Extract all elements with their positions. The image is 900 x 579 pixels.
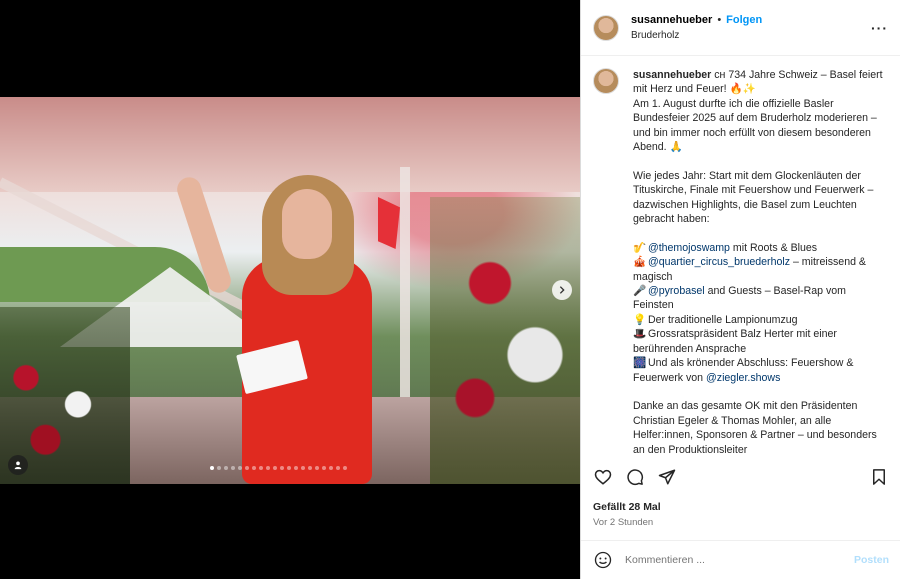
- caption-line-4: Danke an das gesamte OK mit den Präsiden…: [633, 400, 877, 456]
- mention-link[interactable]: @pyrobasel: [648, 285, 705, 297]
- save-button[interactable]: [869, 467, 889, 487]
- likes-count[interactable]: Gefällt 28 Mal: [593, 501, 661, 513]
- more-options-icon[interactable]: ···: [871, 20, 888, 36]
- carousel-dot: [329, 466, 333, 470]
- smiley-icon: [594, 551, 612, 569]
- carousel-indicator: [210, 466, 347, 470]
- post-photo[interactable]: [0, 97, 580, 484]
- carousel-dot: [301, 466, 305, 470]
- carousel-dot: [259, 466, 263, 470]
- avatar[interactable]: [593, 14, 619, 41]
- microphone-icon: 🎤: [633, 285, 647, 298]
- share-button[interactable]: [657, 467, 677, 487]
- caption-avatar[interactable]: [593, 68, 619, 94]
- caption-list-item: 🎤 @pyrobasel and Guests – Basel-Rap vom …: [633, 285, 846, 312]
- flowers-right: [430, 197, 580, 484]
- caption-list-item: 💡 Der traditionelle Lampionumzug: [633, 313, 798, 326]
- carousel-dot: [308, 466, 312, 470]
- swiss-flag: [378, 197, 400, 249]
- post-comment-button[interactable]: Posten: [854, 554, 889, 566]
- saxophone-icon: 🎷: [633, 241, 647, 254]
- mention-link[interactable]: @ziegler.shows: [706, 372, 780, 384]
- chevron-right-icon: [559, 286, 565, 294]
- carousel-dot: [273, 466, 277, 470]
- user-tag-button[interactable]: [8, 455, 28, 475]
- carousel-dot: [322, 466, 326, 470]
- media-area: [0, 0, 580, 579]
- light-bulb-icon: 💡: [633, 313, 647, 326]
- caption-list-item: 🎆 Und als krönender Abschluss: Feuershow…: [633, 357, 854, 384]
- post-header: susannehueber • Folgen Bruderholz ···: [581, 0, 900, 56]
- caption-text: susannehueber ᴄʜ 734 Jahre Schweiz – Bas…: [633, 68, 883, 456]
- carousel-dot: [217, 466, 221, 470]
- separator-dot: •: [717, 14, 722, 26]
- carousel-dot: [315, 466, 319, 470]
- fireworks-icon: 🎆: [633, 357, 647, 370]
- caption-list-item: 🎷 @themojoswamp mit Roots & Blues: [633, 241, 818, 254]
- next-image-button[interactable]: [552, 280, 572, 300]
- caption-section: susannehueber ᴄʜ 734 Jahre Schweiz – Bas…: [581, 56, 900, 456]
- post-side-panel: susannehueber • Folgen Bruderholz ··· su…: [580, 0, 900, 579]
- caption-username[interactable]: susannehueber: [633, 69, 711, 81]
- carousel-dot: [294, 466, 298, 470]
- carousel-dot: [210, 466, 214, 470]
- carousel-dot: [280, 466, 284, 470]
- top-hat-icon: 🎩: [633, 328, 647, 341]
- carousel-dot: [343, 466, 347, 470]
- carousel-dot: [266, 466, 270, 470]
- action-bar: [581, 464, 900, 490]
- username-link[interactable]: susannehueber: [631, 14, 712, 26]
- carousel-dot: [287, 466, 291, 470]
- comment-button[interactable]: [625, 467, 645, 487]
- send-icon: [658, 469, 676, 485]
- heart-icon: [594, 469, 612, 485]
- carousel-dot: [252, 466, 256, 470]
- caption-list-item: 🎩 Grossratspräsident Balz Herter mit ein…: [633, 328, 837, 355]
- mention-link[interactable]: @quartier_circus_bruederholz: [648, 256, 790, 268]
- comment-bar: Posten: [581, 540, 900, 579]
- person-icon: [14, 461, 22, 470]
- circus-tent-icon: 🎪: [633, 256, 647, 269]
- follow-button[interactable]: Folgen: [726, 14, 762, 26]
- caption-list-item: 🎪 @quartier_circus_bruederholz – mitreis…: [633, 256, 866, 283]
- post-timestamp[interactable]: Vor 2 Stunden: [593, 517, 653, 528]
- comment-icon: [627, 469, 644, 486]
- post-window: susannehueber • Folgen Bruderholz ··· su…: [0, 0, 900, 579]
- location-link[interactable]: Bruderholz: [631, 30, 871, 41]
- like-button[interactable]: [593, 467, 613, 487]
- caption-line-3: Wie jedes Jahr: Start mit dem Glockenläu…: [633, 169, 874, 226]
- bookmark-icon: [873, 469, 885, 485]
- carousel-dot: [224, 466, 228, 470]
- emoji-picker-button[interactable]: [593, 550, 613, 570]
- carousel-dot: [336, 466, 340, 470]
- comment-input[interactable]: [625, 554, 854, 566]
- carousel-dot: [231, 466, 235, 470]
- mention-link[interactable]: @themojoswamp: [648, 242, 730, 254]
- caption-line-2: Am 1. August durfte ich die offizielle B…: [633, 97, 877, 154]
- carousel-dot: [245, 466, 249, 470]
- carousel-dot: [238, 466, 242, 470]
